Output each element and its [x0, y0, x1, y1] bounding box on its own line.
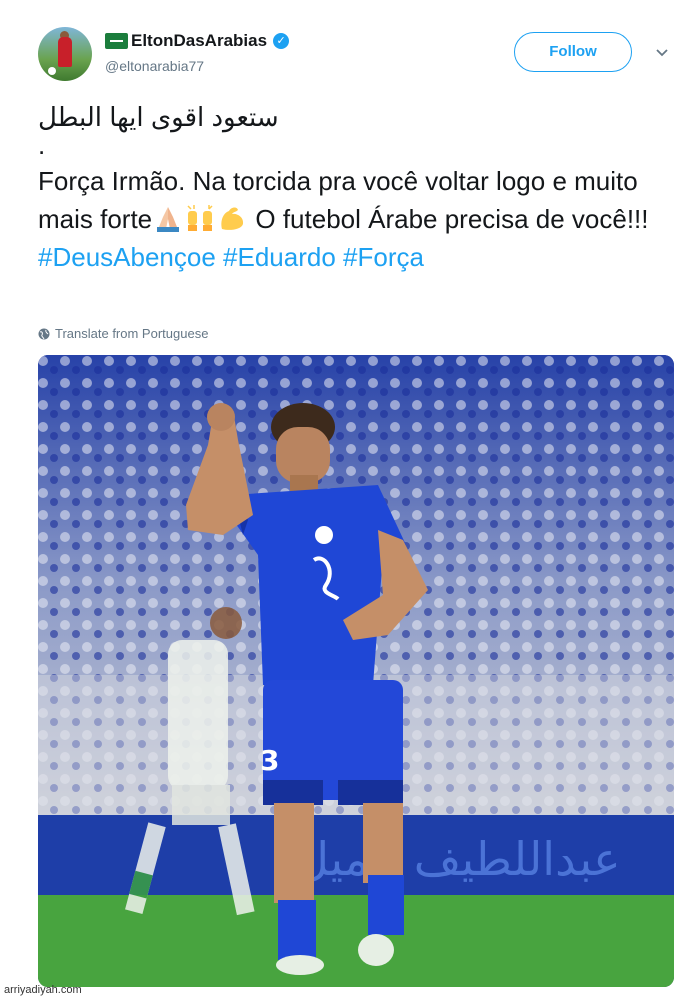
flexed-biceps-icon — [221, 207, 244, 230]
tweet-text-part2: O futebol Árabe precisa de você!!! — [248, 204, 649, 234]
hashtag-link[interactable]: #Eduardo — [223, 242, 336, 272]
tweet-dot-line: . — [38, 130, 46, 160]
chevron-down-icon[interactable] — [654, 44, 670, 60]
photo-scene: عبداللطيف جميل 3 — [38, 355, 674, 987]
saudi-flag-icon — [105, 33, 128, 49]
watermark: arriyadiyah.com — [4, 984, 82, 996]
user-avatar[interactable] — [38, 27, 92, 81]
translate-label[interactable]: Translate from Portuguese — [55, 326, 208, 341]
avatar-player-body — [58, 37, 72, 67]
hashtag-link[interactable]: #DeusAbençoe — [38, 242, 216, 272]
translate-link[interactable]: Translate from Portuguese — [38, 326, 208, 341]
globe-icon — [38, 328, 50, 339]
follow-button[interactable]: Follow — [514, 32, 632, 72]
user-name-row[interactable]: EltonDasArabias ✓ — [105, 31, 290, 51]
avatar-ball — [48, 67, 56, 75]
verified-badge-icon: ✓ — [273, 33, 290, 49]
tweet-body: Força Irmão. Na torcida pra você voltar … — [38, 162, 678, 276]
user-handle[interactable]: @eltonarabia77 — [105, 58, 204, 74]
tweet-arabic-line: ستعود اقوى ايها البطل — [38, 102, 279, 132]
tweet-text: ستعود اقوى ايها البطل . Força Irmão. Na … — [38, 98, 678, 276]
tweet-photo[interactable]: عبداللطيف جميل 3 — [38, 355, 674, 987]
praying-hands-icon — [157, 207, 180, 232]
raising-hands-icon — [187, 205, 213, 231]
hashtag-link[interactable]: #Força — [343, 242, 424, 272]
display-name[interactable]: EltonDasArabias — [131, 31, 267, 51]
shorts-number: 3 — [260, 744, 279, 777]
ad-board-text: عبداللطيف جميل — [295, 832, 620, 886]
